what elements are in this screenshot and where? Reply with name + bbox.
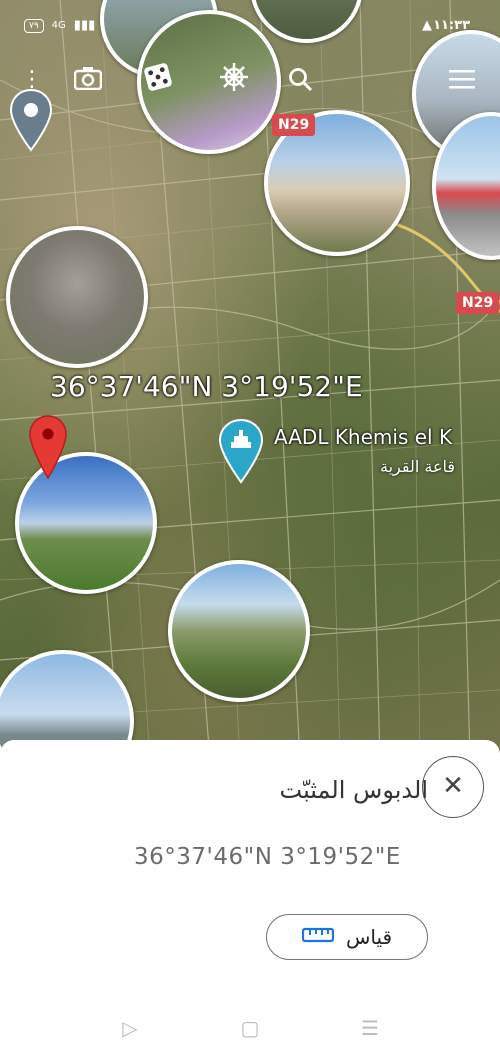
- warning-icon: ▲: [422, 18, 432, 33]
- dice-icon[interactable]: [138, 62, 178, 102]
- map-coordinates-label: 36°37'46"N 3°19'52"E: [50, 370, 363, 403]
- back-icon[interactable]: ▷: [116, 1014, 144, 1042]
- measure-button[interactable]: قياس: [266, 914, 428, 960]
- signal-icon: ▮▮▮: [73, 18, 96, 33]
- hamburger-glyph: [449, 70, 475, 89]
- sheet-coordinates[interactable]: 36°37'46"N 3°19'52"E: [134, 844, 401, 870]
- ship-wheel-icon[interactable]: [214, 62, 254, 102]
- close-icon: ✕: [442, 771, 464, 801]
- photo-thumbnail[interactable]: [168, 560, 310, 702]
- ruler-glyph: [301, 927, 335, 943]
- ruler-icon: [301, 926, 335, 948]
- poi-marker-glyph: [218, 418, 264, 484]
- search-glyph: [289, 68, 313, 92]
- wheel-glyph: [220, 63, 248, 91]
- sheet-title: الدبوس المثبّت: [279, 776, 429, 804]
- camera-icon[interactable]: [68, 62, 108, 102]
- location-pin-icon[interactable]: [8, 88, 54, 156]
- photo-thumbnail[interactable]: [6, 226, 148, 368]
- recents-icon[interactable]: ☰: [356, 1014, 384, 1042]
- satellite-map[interactable]: ٧٩ 4G ▮▮▮ ◠ ▲ ١١:٣٣ ⋮ N29 N29 36°37'46"N…: [0, 0, 500, 760]
- red-pin-icon[interactable]: [28, 414, 68, 484]
- red-pin-glyph: [29, 415, 67, 480]
- road-sign-n29: N29: [456, 292, 500, 314]
- close-button[interactable]: ✕: [422, 756, 484, 818]
- poi-marker-icon[interactable]: [218, 418, 264, 488]
- place-name-label[interactable]: AADL Khemis el K: [274, 425, 452, 449]
- measure-label: قياس: [345, 925, 393, 949]
- home-icon[interactable]: ▢: [236, 1014, 264, 1042]
- hamburger-menu-icon[interactable]: [442, 62, 482, 102]
- dice-glyph: [144, 63, 172, 91]
- network-label: 4G: [51, 20, 66, 31]
- road-sign-n29-top: N29: [272, 114, 316, 136]
- camera-glyph: [73, 67, 103, 91]
- system-nav-bar: ▷ ▢ ☰: [0, 1000, 500, 1056]
- battery-icon: ٧٩: [24, 18, 44, 33]
- place-subtitle-label: قاعة القرية: [380, 457, 456, 476]
- location-pin-glyph: [9, 88, 53, 152]
- search-icon[interactable]: [280, 64, 320, 104]
